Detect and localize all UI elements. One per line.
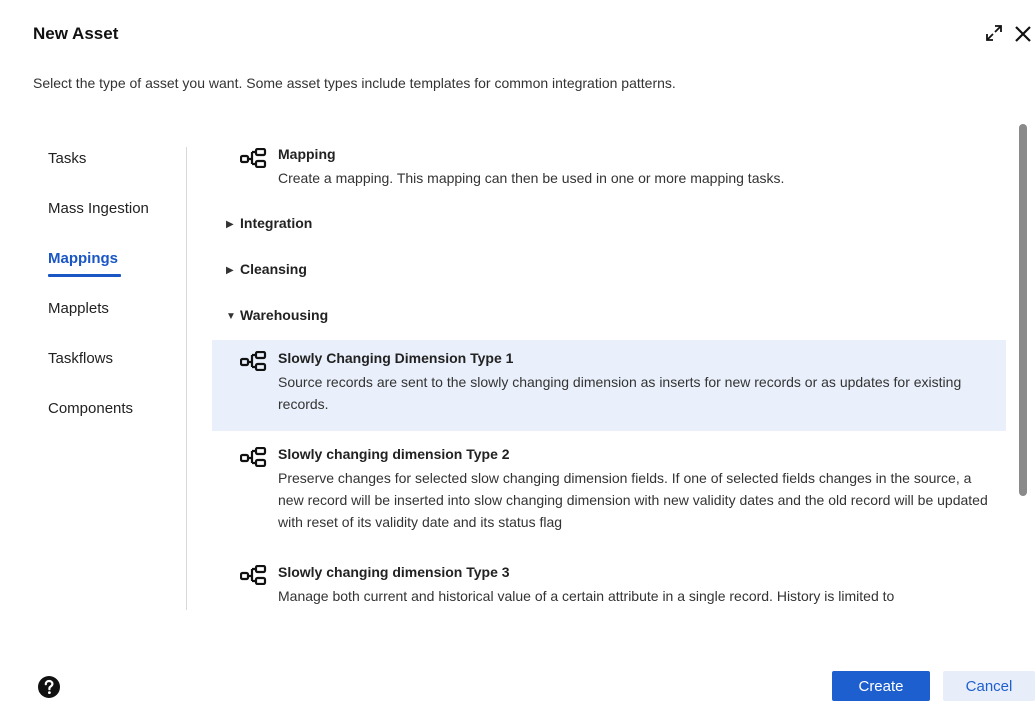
- nav-item-label: Taskflows: [48, 350, 114, 367]
- nav-item-components[interactable]: Components: [48, 390, 178, 440]
- cancel-button[interactable]: Cancel: [943, 671, 1035, 701]
- asset-title: Slowly changing dimension Type 3: [278, 564, 510, 580]
- asset-category-nav: Tasks Mass Ingestion Mappings Mapplets T…: [48, 140, 178, 440]
- nav-item-mapplets[interactable]: Mapplets: [48, 290, 178, 340]
- dialog-title: New Asset: [33, 24, 119, 43]
- nav-item-label: Mass Ingestion: [48, 200, 149, 217]
- close-icon[interactable]: [1012, 23, 1034, 45]
- nav-item-label: Tasks: [48, 150, 87, 167]
- asset-description: Manage both current and historical value…: [278, 588, 895, 604]
- group-cleansing[interactable]: ▶ Cleansing: [226, 261, 307, 277]
- mapping-icon: [240, 351, 267, 371]
- nav-item-label: Mappings: [48, 250, 118, 267]
- asset-item-scd-type-3[interactable]: Slowly changing dimension Type 3 Manage …: [212, 554, 1006, 612]
- create-button[interactable]: Create: [832, 671, 930, 701]
- asset-title: Mapping: [278, 146, 336, 162]
- mapping-icon: [240, 447, 267, 467]
- caret-down-icon: ▼: [226, 311, 236, 322]
- caret-right-icon: ▶: [226, 265, 234, 276]
- asset-description: Preserve changes for selected slow chang…: [278, 470, 988, 530]
- new-asset-dialog: New Asset Select the type of asset you w…: [0, 0, 1035, 705]
- nav-item-tasks[interactable]: Tasks: [48, 140, 178, 190]
- asset-list[interactable]: Mapping Create a mapping. This mapping c…: [212, 130, 1012, 612]
- nav-item-mass-ingestion[interactable]: Mass Ingestion: [48, 190, 178, 240]
- nav-item-label: Mapplets: [48, 300, 109, 317]
- nav-item-taskflows[interactable]: Taskflows: [48, 340, 178, 390]
- group-warehousing[interactable]: ▼ Warehousing: [226, 307, 328, 323]
- group-label: Integration: [240, 215, 313, 231]
- group-integration[interactable]: ▶ Integration: [226, 215, 312, 231]
- asset-description: Source records are sent to the slowly ch…: [278, 374, 962, 412]
- group-label: Warehousing: [240, 307, 329, 323]
- asset-item-scd-type-1[interactable]: Slowly Changing Dimension Type 1 Source …: [212, 340, 1006, 431]
- asset-item-scd-type-2[interactable]: Slowly changing dimension Type 2 Preserv…: [212, 436, 1006, 548]
- asset-item-mapping[interactable]: Mapping Create a mapping. This mapping c…: [212, 138, 1006, 188]
- dialog-subtitle: Select the type of asset you want. Some …: [33, 75, 676, 91]
- asset-description: Create a mapping. This mapping can then …: [278, 170, 785, 186]
- help-icon[interactable]: [37, 675, 61, 699]
- mapping-icon: [240, 148, 267, 168]
- expand-icon[interactable]: [984, 23, 1004, 43]
- asset-list-scrollbar[interactable]: [1019, 124, 1027, 496]
- asset-title: Slowly changing dimension Type 2: [278, 446, 510, 462]
- mapping-icon: [240, 565, 267, 585]
- group-label: Cleansing: [240, 261, 307, 277]
- nav-divider: [186, 147, 187, 610]
- caret-right-icon: ▶: [226, 219, 234, 230]
- asset-title: Slowly Changing Dimension Type 1: [278, 350, 514, 366]
- nav-item-label: Components: [48, 400, 134, 417]
- nav-item-mappings[interactable]: Mappings: [48, 240, 178, 290]
